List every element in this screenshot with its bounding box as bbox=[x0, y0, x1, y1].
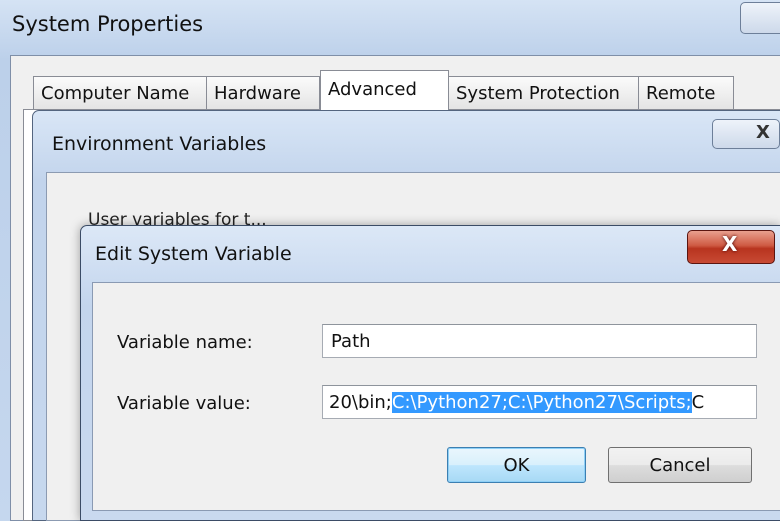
variable-value-input[interactable]: 20\bin;C:\Python27;C:\Python27\Scripts;C bbox=[322, 385, 757, 419]
environment-variables-title: Environment Variables bbox=[52, 133, 267, 155]
tab-computer-name[interactable]: Computer Name bbox=[33, 76, 207, 110]
variable-value-unselected-text: 20\bin; bbox=[329, 392, 392, 413]
tab-system-protection[interactable]: System Protection bbox=[448, 76, 639, 110]
system-properties-title: System Properties bbox=[12, 12, 204, 36]
close-icon: X bbox=[722, 232, 738, 256]
tab-remote[interactable]: Remote bbox=[638, 76, 734, 110]
tab-hardware[interactable]: Hardware bbox=[206, 76, 320, 110]
tab-advanced[interactable]: Advanced bbox=[320, 70, 449, 110]
close-icon: X bbox=[756, 122, 770, 143]
ok-button[interactable]: OK bbox=[447, 447, 586, 483]
variable-value-tail-text: C bbox=[691, 392, 705, 413]
variable-value-selected-text: C:\Python27;C:\Python27\Scripts; bbox=[391, 392, 692, 413]
variable-value-label: Variable value: bbox=[117, 393, 251, 414]
variable-name-label: Variable name: bbox=[117, 332, 253, 353]
variable-name-value: Path bbox=[331, 331, 371, 352]
cancel-button[interactable]: Cancel bbox=[608, 447, 752, 483]
system-properties-close-button[interactable] bbox=[740, 2, 780, 34]
edit-system-variable-title: Edit System Variable bbox=[95, 243, 292, 265]
variable-name-input[interactable]: Path bbox=[322, 324, 757, 358]
